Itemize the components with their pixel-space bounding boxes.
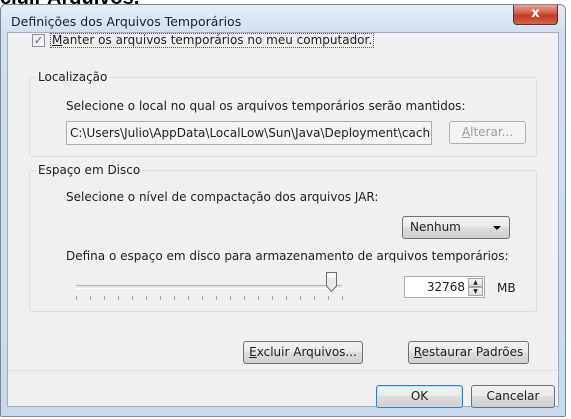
slider-tick bbox=[342, 296, 343, 300]
chevron-down-icon bbox=[493, 226, 501, 230]
close-icon: x bbox=[531, 6, 540, 21]
slider-tick bbox=[300, 296, 301, 300]
restore-defaults-label: Restaurar Padrões bbox=[413, 345, 524, 359]
checkmark-icon: ✓ bbox=[33, 34, 44, 47]
delete-files-label: Excluir Arquivos... bbox=[249, 345, 357, 359]
spin-up-button[interactable]: ▲ bbox=[468, 278, 483, 287]
close-button[interactable]: x bbox=[513, 5, 558, 25]
slider-tick bbox=[90, 296, 91, 300]
slider-tick bbox=[286, 296, 287, 300]
slider-tick bbox=[244, 296, 245, 300]
restore-defaults-button[interactable]: Restaurar Padrões bbox=[408, 341, 529, 364]
compression-label: Selecione o nível de compactação dos arq… bbox=[66, 190, 379, 204]
slider-tick bbox=[76, 296, 77, 300]
spin-down-button[interactable]: ▼ bbox=[468, 287, 483, 296]
dialog-title: Definições dos Arquivos Temporários bbox=[11, 14, 242, 29]
location-group-title: Localização bbox=[36, 70, 110, 84]
cancel-label: Cancelar bbox=[486, 389, 540, 403]
ok-button[interactable]: OK bbox=[376, 385, 463, 408]
location-group: Localização bbox=[29, 70, 537, 157]
disk-space-group-title: Espaço em Disco bbox=[36, 163, 143, 177]
slider-tick bbox=[272, 296, 273, 300]
cache-path-field[interactable]: C:\Users\Julio\AppData\LocalLow\Sun\Java… bbox=[66, 121, 432, 145]
slider-tick bbox=[132, 296, 133, 300]
slider-tick bbox=[118, 296, 119, 300]
slider-tick bbox=[314, 296, 315, 300]
slider-tick bbox=[202, 296, 203, 300]
compression-select-value: Nenhum bbox=[410, 220, 461, 234]
cancel-button[interactable]: Cancelar bbox=[471, 385, 555, 408]
arrow-down-icon: ▼ bbox=[473, 288, 478, 295]
arrow-up-icon: ▲ bbox=[473, 279, 478, 286]
unit-label: MB bbox=[497, 281, 516, 295]
disk-space-label: Defina o espaço em disco para armazename… bbox=[66, 249, 509, 263]
disk-space-slider-thumb[interactable] bbox=[326, 272, 337, 292]
delete-files-button[interactable]: Excluir Arquivos... bbox=[243, 341, 363, 364]
ok-label: OK bbox=[410, 389, 429, 403]
change-location-button[interactable]: Alterar... bbox=[449, 121, 526, 144]
slider-tick bbox=[328, 296, 329, 300]
slider-tick bbox=[174, 296, 175, 300]
slider-tick bbox=[216, 296, 217, 300]
keep-files-label[interactable]: Manter os arquivos temporários no meu co… bbox=[50, 33, 375, 48]
slider-tick bbox=[230, 296, 231, 300]
change-location-label: Alterar... bbox=[461, 125, 514, 139]
compression-select[interactable]: Nenhum bbox=[402, 216, 510, 239]
slider-tick bbox=[188, 296, 189, 300]
slider-tick bbox=[160, 296, 161, 300]
slider-tick bbox=[146, 296, 147, 300]
slider-tick bbox=[104, 296, 105, 300]
slider-tick bbox=[258, 296, 259, 300]
disk-space-slider-track[interactable] bbox=[76, 285, 342, 289]
location-description: Selecione o local no qual os arquivos te… bbox=[66, 99, 466, 113]
keep-files-checkbox[interactable]: ✓ bbox=[32, 34, 45, 47]
